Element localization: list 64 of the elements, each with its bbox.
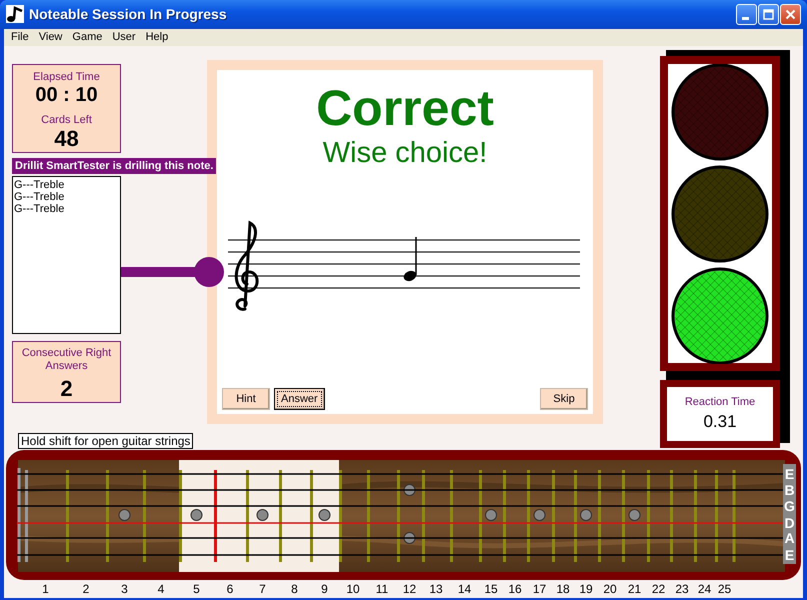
- music-note-icon: [6, 5, 24, 24]
- history-item[interactable]: G---Treble: [14, 179, 119, 191]
- cards-left-count: 48: [54, 127, 79, 151]
- stat-label: Consecutive Right Answers: [20, 347, 112, 373]
- fret-number: 12: [402, 582, 416, 596]
- fret-number: 23: [675, 582, 689, 596]
- fret-number: 4: [158, 582, 164, 596]
- fret-number: 7: [259, 582, 266, 596]
- hint-label: Hold shift for open guitar strings: [18, 433, 194, 449]
- fret-number: 16: [508, 582, 522, 596]
- string-label: E: [784, 466, 794, 482]
- fret-number: 3: [121, 582, 128, 596]
- card-button[interactable]: Skip: [540, 388, 588, 410]
- fret-number: 24: [698, 582, 712, 596]
- fret-number: 21: [628, 582, 642, 596]
- streak-count: 2: [60, 377, 73, 401]
- fret-number: 5: [193, 582, 200, 596]
- window-title: Noteable Session In Progress: [29, 6, 228, 22]
- history-item[interactable]: G---Treble: [14, 203, 119, 215]
- string-label: E: [784, 547, 794, 563]
- fret-number: 17: [532, 582, 546, 596]
- fret-number: 11: [376, 582, 388, 596]
- result-message: Wise choice!: [322, 136, 488, 170]
- menu-item[interactable]: User: [107, 31, 141, 44]
- card-button[interactable]: Hint: [222, 388, 270, 410]
- string-label: G: [784, 498, 795, 514]
- fret-number: 6: [226, 582, 234, 596]
- menu-item[interactable]: Help: [140, 31, 174, 44]
- string-label: B: [784, 482, 795, 498]
- history-item[interactable]: G---Treble: [14, 191, 119, 203]
- stat-label: Elapsed Time: [33, 71, 100, 84]
- quarter-note-icon: [404, 237, 417, 282]
- fret-number: 20: [603, 582, 617, 596]
- maximize-button[interactable]: [758, 4, 779, 25]
- fret-number: 10: [346, 582, 360, 596]
- treble-clef-icon: [234, 222, 259, 311]
- menu-item[interactable]: View: [34, 31, 68, 44]
- reaction-time: 0.31: [703, 412, 737, 432]
- string-label: A: [784, 530, 795, 546]
- menu-item[interactable]: Game: [67, 31, 108, 44]
- fret-number: 25: [718, 582, 732, 596]
- close-button[interactable]: [780, 4, 801, 25]
- fret-number: 8: [291, 582, 298, 596]
- menu-item[interactable]: File: [6, 31, 34, 44]
- fret-number: 9: [321, 582, 328, 596]
- fret-number: 19: [579, 582, 593, 596]
- reaction-label: Reaction Time: [684, 396, 756, 409]
- fret-number: 13: [429, 582, 443, 596]
- drill-banner: Drillit SmartTester is drilling this note.: [12, 158, 216, 174]
- fret-number: 15: [484, 582, 498, 596]
- minimize-icon: [742, 16, 748, 20]
- card-button[interactable]: Answer: [274, 388, 325, 410]
- maximize-icon: [763, 8, 774, 20]
- string-label: D: [784, 515, 795, 531]
- fret-number: 2: [82, 582, 90, 596]
- result-text: Correct: [316, 80, 494, 136]
- elapsed-time: 00 : 10: [35, 84, 98, 106]
- fret-number: 22: [652, 582, 666, 596]
- fret-number: 18: [556, 582, 570, 596]
- stat-label: Cards Left: [41, 114, 92, 127]
- fret-number: 14: [458, 582, 472, 596]
- close-icon: [785, 8, 796, 20]
- minimize-button[interactable]: [736, 4, 757, 25]
- fret-number: 1: [42, 582, 49, 596]
